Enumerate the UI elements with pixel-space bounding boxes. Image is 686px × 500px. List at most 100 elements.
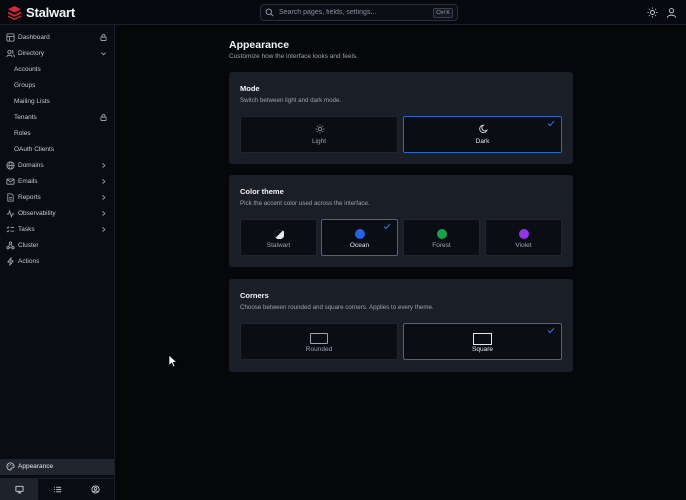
app-name: Stalwart bbox=[26, 5, 75, 20]
corners-option-label: Rounded bbox=[305, 346, 333, 353]
tasks-icon bbox=[6, 226, 15, 233]
sidebar-item-appearance[interactable]: Appearance bbox=[0, 459, 114, 475]
chevron-right-icon bbox=[102, 211, 106, 216]
footer-monitor-button[interactable] bbox=[0, 479, 38, 500]
activity-icon bbox=[6, 209, 15, 218]
sidebar-item-accounts[interactable]: Accounts bbox=[0, 62, 114, 77]
chevron-right-icon bbox=[102, 179, 106, 184]
theme-option-label: Ocean bbox=[349, 242, 370, 249]
search-input[interactable] bbox=[279, 9, 434, 16]
theme-option-violet[interactable]: Violet bbox=[485, 219, 562, 256]
sidebar-item-label: Cluster bbox=[18, 242, 39, 249]
chevron-down-icon bbox=[101, 52, 106, 56]
palette-icon bbox=[6, 462, 15, 471]
sidebar-item-emails[interactable]: Emails bbox=[0, 174, 114, 189]
users-icon bbox=[6, 49, 15, 58]
sidebar-item-label: Actions bbox=[18, 258, 40, 265]
search-shortcut-badge: Ctrl K bbox=[433, 7, 453, 18]
theme-option-label: Stalwart bbox=[266, 242, 291, 249]
chevron-right-icon bbox=[102, 227, 106, 232]
sidebar-item-mailing-lists[interactable]: Mailing Lists bbox=[0, 94, 114, 109]
corners-title: Corners bbox=[240, 291, 269, 300]
footer-account-button[interactable] bbox=[76, 479, 114, 500]
list-icon bbox=[53, 486, 61, 493]
sun-icon bbox=[315, 124, 325, 134]
corners-option-label: Square bbox=[472, 346, 493, 353]
sidebar-item-label: Groups bbox=[14, 82, 36, 89]
monitor-icon bbox=[14, 485, 24, 494]
stalwart-theme-icon bbox=[274, 229, 284, 239]
theme-title: Color theme bbox=[240, 187, 284, 196]
sidebar-item-label: Domains bbox=[18, 162, 44, 169]
corners-option-rounded[interactable]: Rounded bbox=[240, 323, 398, 360]
ocean-swatch bbox=[354, 229, 365, 239]
bolt-icon bbox=[7, 257, 14, 266]
sidebar-item-cluster[interactable]: Cluster bbox=[0, 238, 114, 253]
mode-title: Mode bbox=[240, 84, 260, 93]
mouse-cursor-icon bbox=[168, 354, 178, 368]
page-subtitle: Customize how the interface looks and fe… bbox=[229, 53, 358, 60]
sidebar-item-label: Tasks bbox=[18, 226, 35, 233]
sidebar-item-label: Dashboard bbox=[18, 34, 50, 41]
user-icon[interactable] bbox=[666, 7, 677, 18]
sidebar-item-label: Accounts bbox=[14, 66, 41, 73]
violet-swatch bbox=[518, 229, 529, 239]
search-icon bbox=[265, 8, 274, 17]
sidebar-item-tenants[interactable]: Tenants bbox=[0, 110, 114, 125]
theme-option-label: Violet bbox=[515, 242, 532, 249]
theme-toggle-icon[interactable] bbox=[647, 7, 658, 18]
sidebar-item-actions[interactable]: Actions bbox=[0, 254, 114, 269]
mode-option-label: Light bbox=[311, 138, 327, 145]
file-icon bbox=[7, 193, 14, 202]
sidebar-item-groups[interactable]: Groups bbox=[0, 78, 114, 93]
sidebar-item-label: Roles bbox=[14, 130, 31, 137]
sidebar-footer bbox=[0, 478, 114, 500]
check-icon bbox=[547, 120, 555, 127]
corners-card: Corners Choose between rounded and squar… bbox=[229, 279, 573, 372]
mode-option-dark[interactable]: Dark bbox=[403, 116, 562, 153]
sidebar-item-domains[interactable]: Domains bbox=[0, 158, 114, 173]
theme-option-ocean[interactable]: Ocean bbox=[321, 219, 398, 256]
sidebar-item-label: Directory bbox=[18, 50, 45, 57]
sidebar-item-label: Mailing Lists bbox=[14, 98, 50, 105]
square-preview bbox=[473, 333, 492, 345]
theme-option-stalwart[interactable]: Stalwart bbox=[240, 219, 317, 256]
top-bar: Stalwart Ctrl K bbox=[0, 0, 686, 25]
cluster-icon bbox=[6, 241, 15, 250]
mode-option-light[interactable]: Light bbox=[240, 116, 398, 153]
lock-icon bbox=[100, 114, 107, 121]
chevron-right-icon bbox=[102, 163, 106, 168]
sidebar-item-observability[interactable]: Observability bbox=[0, 206, 114, 221]
page-title: Appearance bbox=[229, 39, 290, 51]
sidebar-item-tasks[interactable]: Tasks bbox=[0, 222, 114, 237]
sidebar-item-label: Observability bbox=[18, 210, 56, 217]
sidebar-item-label: OAuth Clients bbox=[14, 146, 55, 153]
sidebar-item-roles[interactable]: Roles bbox=[0, 126, 114, 141]
footer-list-button[interactable] bbox=[38, 479, 76, 500]
sidebar-item-label: Tenants bbox=[14, 114, 37, 121]
sidebar: Dashboard Directory Accounts Groups Mail… bbox=[0, 25, 115, 500]
search-box[interactable]: Ctrl K bbox=[260, 4, 458, 21]
moon-icon bbox=[479, 124, 488, 134]
logo[interactable]: Stalwart bbox=[7, 5, 75, 20]
lock-icon bbox=[100, 34, 107, 41]
sidebar-item-reports[interactable]: Reports bbox=[0, 190, 114, 205]
sidebar-item-directory[interactable]: Directory bbox=[0, 46, 114, 61]
forest-swatch bbox=[436, 229, 447, 239]
sidebar-item-label: Reports bbox=[18, 194, 41, 201]
sidebar-item-dashboard[interactable]: Dashboard bbox=[0, 30, 114, 45]
mode-option-label: Dark bbox=[475, 138, 490, 145]
dashboard-icon bbox=[6, 33, 15, 42]
sidebar-item-label: Appearance bbox=[18, 463, 54, 470]
mode-card: Mode Switch between light and dark mode.… bbox=[229, 72, 573, 164]
mail-icon bbox=[6, 178, 15, 185]
sidebar-item-oauth-clients[interactable]: OAuth Clients bbox=[0, 142, 114, 157]
corners-subtitle: Choose between rounded and square corner… bbox=[240, 304, 434, 311]
chevron-right-icon bbox=[102, 195, 106, 200]
theme-card: Color theme Pick the accent color used a… bbox=[229, 175, 573, 267]
stalwart-logo-icon bbox=[7, 5, 22, 20]
sidebar-item-appearance-inner: Appearance bbox=[0, 459, 114, 474]
theme-option-forest[interactable]: Forest bbox=[403, 219, 480, 256]
mode-subtitle: Switch between light and dark mode. bbox=[240, 97, 342, 104]
corners-option-square[interactable]: Square bbox=[403, 323, 562, 360]
